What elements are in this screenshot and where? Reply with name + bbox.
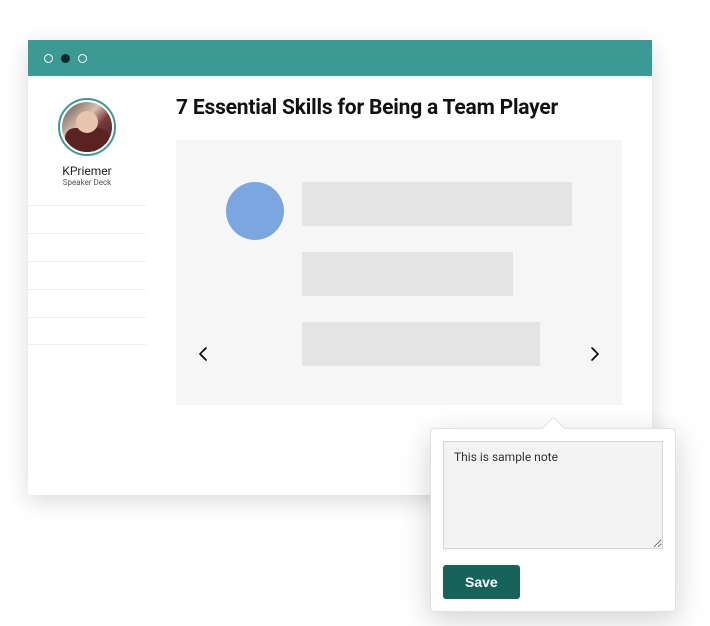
avatar[interactable] [58,98,116,156]
prev-slide-button[interactable] [192,340,214,373]
sidebar-list [28,205,146,345]
username: KPriemer [62,164,111,178]
sidebar-item[interactable] [28,205,146,233]
note-textarea[interactable] [443,441,663,549]
slide-text-placeholder [302,180,572,366]
page-title: 7 Essential Skills for Being a Team Play… [176,96,622,120]
title-bar [28,40,652,76]
window-dot [61,54,70,63]
user-subtitle: Speaker Deck [63,178,111,187]
window-dot [44,54,53,63]
sidebar-item[interactable] [28,317,146,345]
chevron-left-icon [198,346,208,362]
next-slide-button[interactable] [584,340,606,373]
sidebar-item[interactable] [28,261,146,289]
placeholder-bar [302,252,513,296]
avatar-image [62,102,112,152]
sidebar: KPriemer Speaker Deck [28,76,146,495]
save-button[interactable]: Save [443,565,520,599]
window-dot [78,54,87,63]
sidebar-item[interactable] [28,289,146,317]
slide-viewer [176,140,622,405]
placeholder-bar [302,322,540,366]
sidebar-item[interactable] [28,233,146,261]
slide-content [196,180,602,366]
chevron-right-icon [590,346,600,362]
slide-avatar-placeholder [226,182,284,240]
note-popover: Save [430,428,676,612]
placeholder-bar [302,182,572,226]
